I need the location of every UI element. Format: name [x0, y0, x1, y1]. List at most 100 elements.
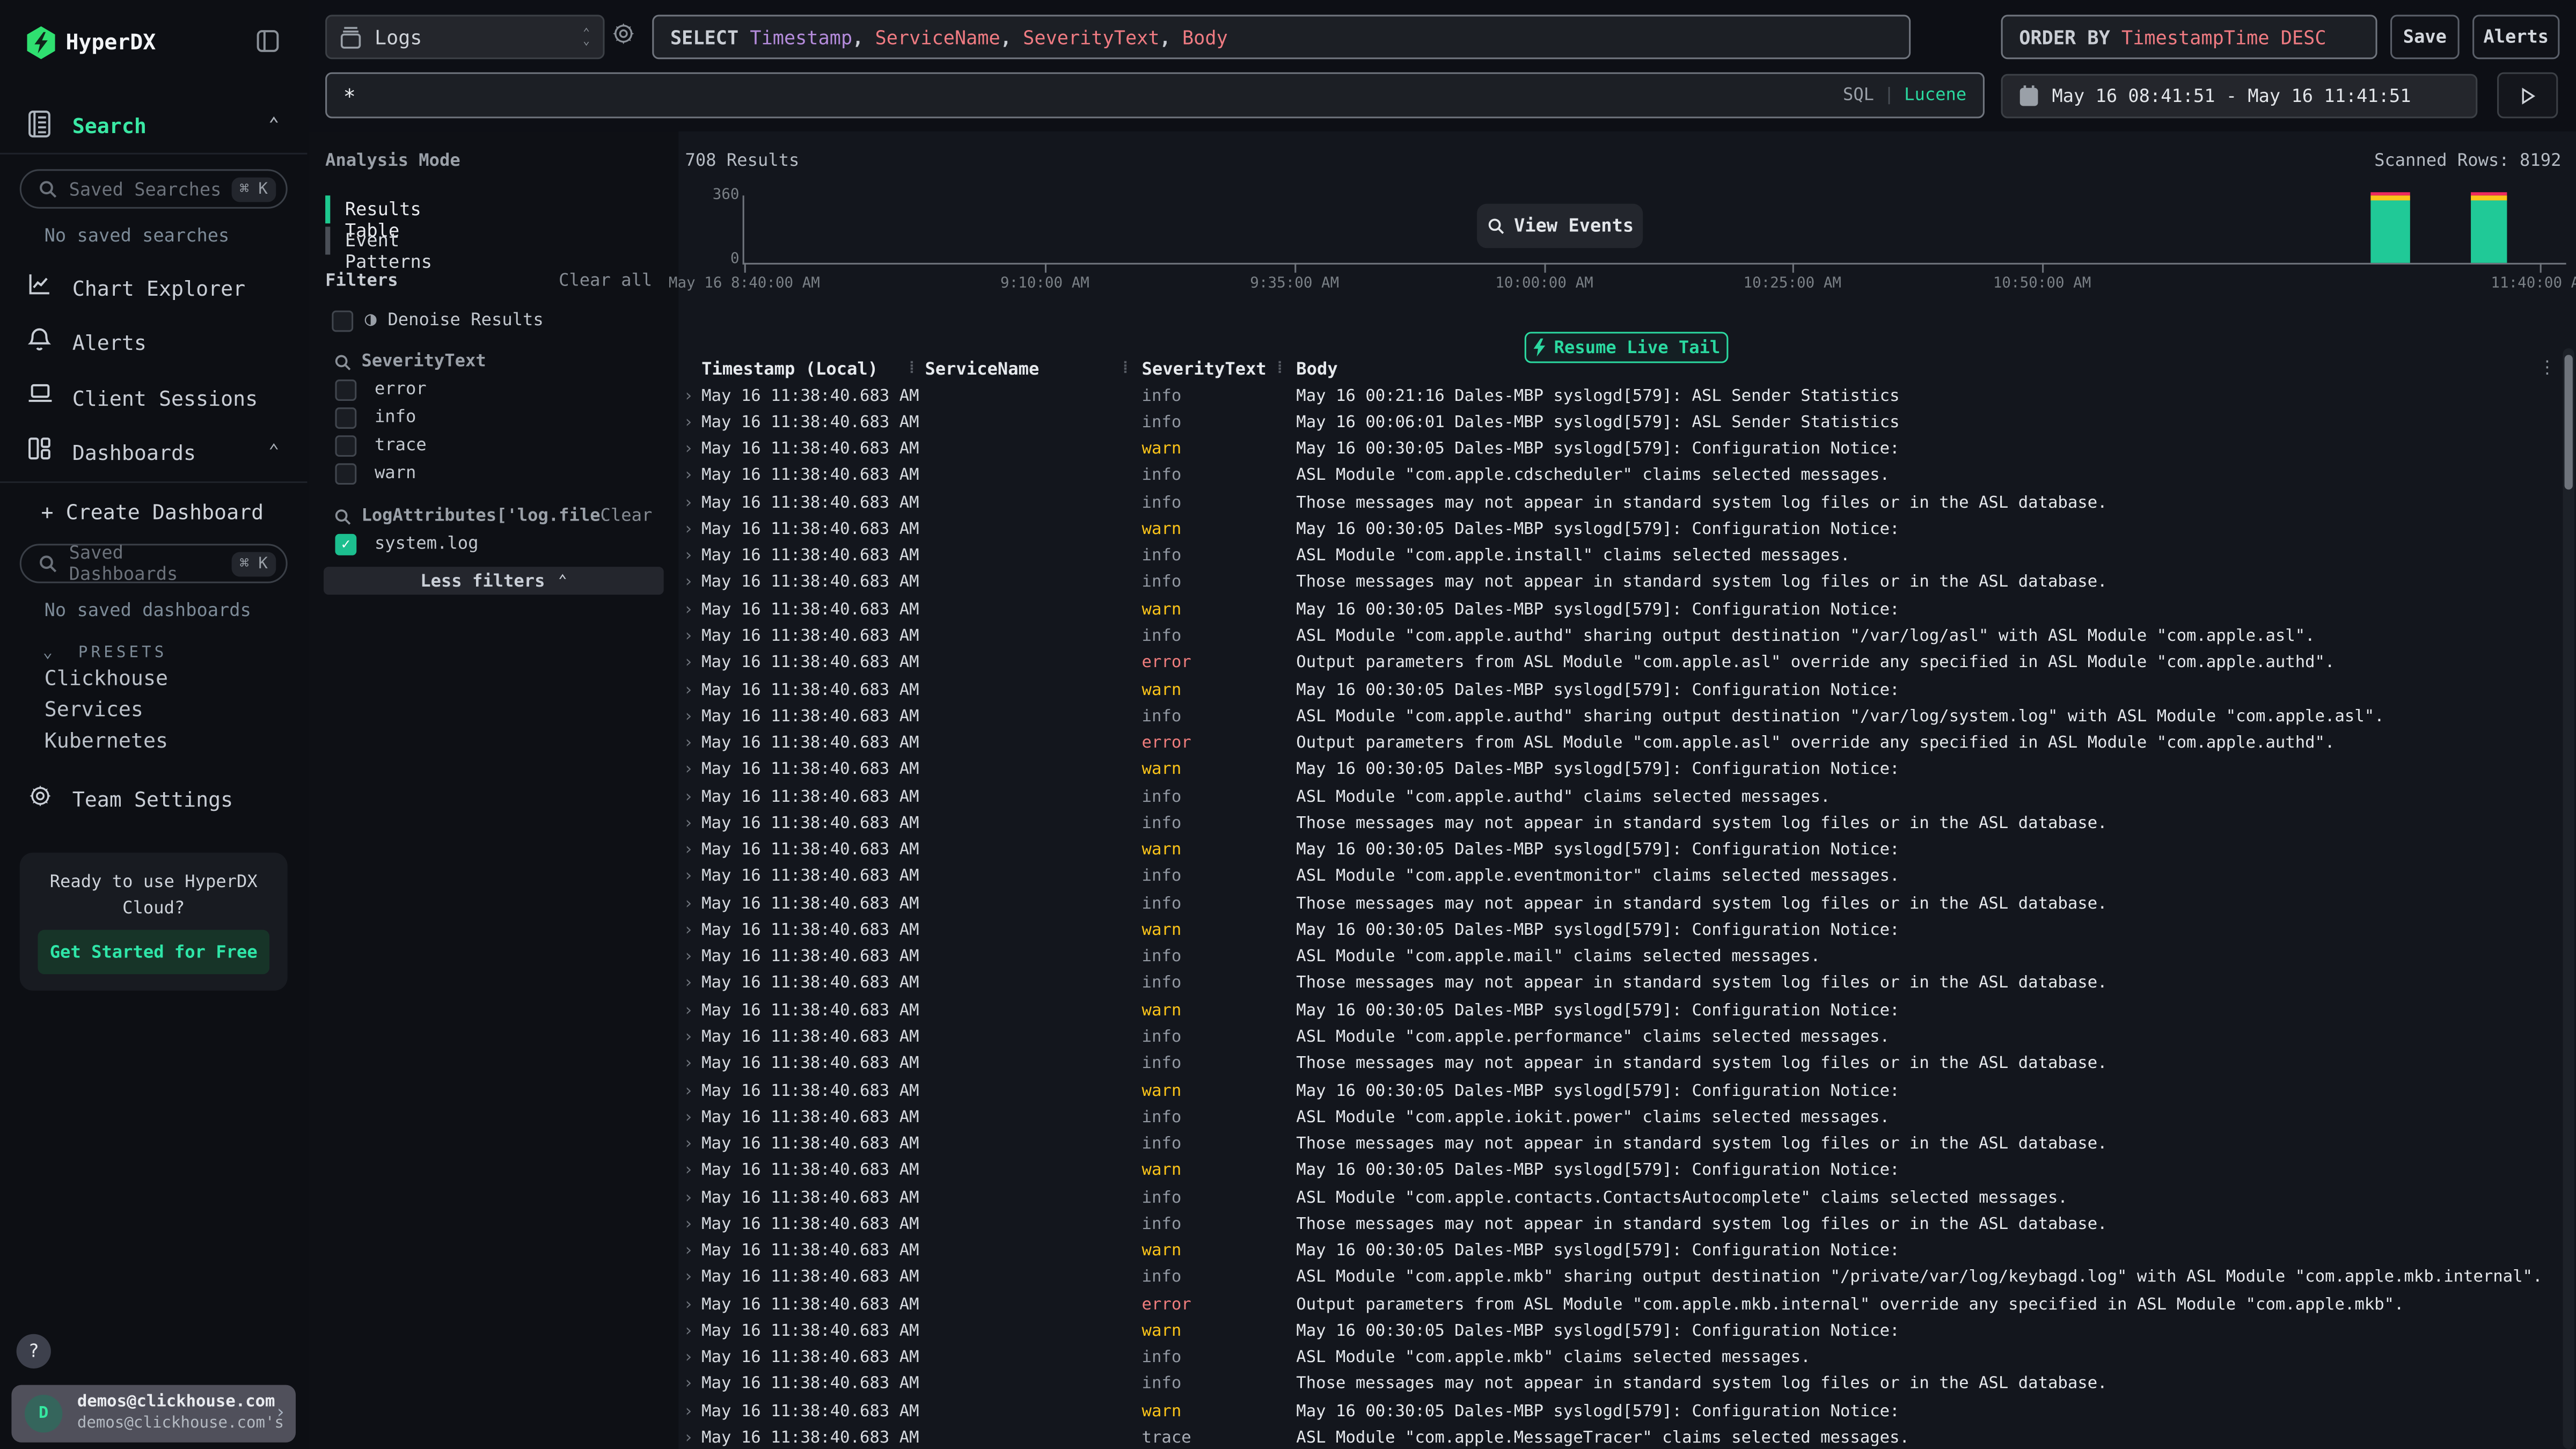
table-row[interactable]: ›May 16 11:38:40.683 AMinfoThose message… — [678, 489, 2564, 516]
histogram-bar[interactable] — [2370, 192, 2410, 263]
table-row[interactable]: ›May 16 11:38:40.683 AMerrorOutput param… — [678, 650, 2564, 677]
severity-checkbox-trace[interactable] — [335, 435, 356, 457]
row-expand-icon[interactable]: › — [678, 1296, 701, 1314]
severity-checkbox-info[interactable] — [335, 407, 356, 429]
severity-option-label[interactable]: info — [375, 407, 416, 427]
table-row[interactable]: ›May 16 11:38:40.683 AMwarnMay 16 00:30:… — [678, 1238, 2564, 1265]
table-row[interactable]: ›May 16 11:38:40.683 AMwarnMay 16 00:30:… — [678, 757, 2564, 784]
row-expand-icon[interactable]: › — [678, 948, 701, 967]
source-settings-gear-icon[interactable] — [611, 21, 636, 46]
table-row[interactable]: ›May 16 11:38:40.683 AMinfoASL Module "c… — [678, 1184, 2564, 1211]
row-expand-icon[interactable]: › — [678, 1162, 701, 1180]
table-row[interactable]: ›May 16 11:38:40.683 AMwarnMay 16 00:30:… — [678, 436, 2564, 463]
sidebar-item-alerts[interactable]: Alerts — [0, 324, 309, 363]
sidebar-item-client-sessions[interactable]: Client Sessions — [0, 379, 309, 419]
row-expand-icon[interactable]: › — [678, 1189, 701, 1207]
table-row[interactable]: ›May 16 11:38:40.683 AMinfoASL Module "c… — [678, 784, 2564, 810]
row-expand-icon[interactable]: › — [678, 1242, 701, 1261]
column-resize-handle[interactable]: ⁞ — [907, 360, 913, 379]
sidebar-item-search[interactable]: Search ⌃ — [0, 107, 309, 146]
table-row[interactable]: ›May 16 11:38:40.683 AMwarnMay 16 00:30:… — [678, 837, 2564, 864]
table-row[interactable]: ›May 16 11:38:40.683 AMinfoASL Module "c… — [678, 944, 2564, 971]
table-row[interactable]: ›May 16 11:38:40.683 AMwarnMay 16 00:30:… — [678, 1078, 2564, 1104]
table-row[interactable]: ›May 16 11:38:40.683 AMwarnMay 16 00:30:… — [678, 1158, 2564, 1184]
row-expand-icon[interactable]: › — [678, 521, 701, 539]
row-expand-icon[interactable]: › — [678, 1402, 701, 1421]
sql-mode-toggle[interactable]: SQL — [1843, 85, 1874, 105]
severity-option-label[interactable]: warn — [375, 463, 416, 483]
select-query-input[interactable]: SELECT Timestamp, ServiceName, SeverityT… — [652, 15, 1911, 60]
column-resize-handle[interactable]: ⁞ — [1121, 360, 1127, 379]
preset-item-clickhouse[interactable]: Clickhouse — [45, 665, 168, 690]
lucene-mode-toggle[interactable]: Lucene — [1904, 85, 1966, 105]
row-expand-icon[interactable]: › — [678, 1376, 701, 1394]
table-options-icon[interactable]: ⋮ — [2538, 356, 2557, 378]
row-expand-icon[interactable]: › — [678, 467, 701, 486]
saved-searches-input[interactable]: Saved Searches ⌘ K — [20, 169, 288, 208]
histogram-bar[interactable] — [2471, 192, 2507, 263]
table-row[interactable]: ›May 16 11:38:40.683 AMinfoASL Module "c… — [678, 1104, 2564, 1131]
table-row[interactable]: ›May 16 11:38:40.683 AMinfoThose message… — [678, 1372, 2564, 1399]
table-row[interactable]: ›May 16 11:38:40.683 AMwarnMay 16 00:30:… — [678, 677, 2564, 704]
table-row[interactable]: ›May 16 11:38:40.683 AMinfoThose message… — [678, 810, 2564, 837]
scrollbar-thumb[interactable] — [2565, 355, 2573, 489]
row-expand-icon[interactable]: › — [678, 1349, 701, 1367]
create-dashboard-button[interactable]: + Create Dashboard — [41, 500, 264, 524]
preset-item-kubernetes[interactable]: Kubernetes — [45, 728, 168, 752]
chevron-up-icon[interactable]: ⌃ — [268, 113, 279, 135]
row-expand-icon[interactable]: › — [678, 1109, 701, 1127]
table-row[interactable]: ›May 16 11:38:40.683 AMwarnMay 16 00:30:… — [678, 917, 2564, 944]
table-row[interactable]: ›May 16 11:38:40.683 AMerrorOutput param… — [678, 730, 2564, 757]
row-expand-icon[interactable]: › — [678, 441, 701, 459]
column-header-servicename[interactable]: ServiceName — [925, 360, 1039, 379]
table-row[interactable]: ›May 16 11:38:40.683 AMtraceASL Module "… — [678, 1425, 2564, 1449]
get-started-button[interactable]: Get Started for Free — [38, 930, 269, 975]
row-expand-icon[interactable]: › — [678, 975, 701, 993]
row-expand-icon[interactable]: › — [678, 921, 701, 940]
row-expand-icon[interactable]: › — [678, 1135, 701, 1153]
table-row[interactable]: ›May 16 11:38:40.683 AMinfoASL Module "c… — [678, 864, 2564, 891]
log-attributes-clear-button[interactable]: Clear — [601, 506, 653, 526]
row-expand-icon[interactable]: › — [678, 708, 701, 726]
table-row[interactable]: ›May 16 11:38:40.683 AMwarnMay 16 00:30:… — [678, 997, 2564, 1024]
row-expand-icon[interactable]: › — [678, 788, 701, 806]
table-row[interactable]: ›May 16 11:38:40.683 AMinfoThose message… — [678, 570, 2564, 597]
table-row[interactable]: ›May 16 11:38:40.683 AMwarnMay 16 00:30:… — [678, 1398, 2564, 1425]
table-row[interactable]: ›May 16 11:38:40.683 AMinfoASL Module "c… — [678, 1345, 2564, 1372]
row-expand-icon[interactable]: › — [678, 1216, 701, 1234]
sidebar-item-team-settings[interactable]: Team Settings — [0, 780, 309, 819]
alerts-button[interactable]: Alerts — [2472, 15, 2559, 60]
system-log-label[interactable]: system.log — [375, 534, 479, 554]
column-header-timestamp[interactable]: Timestamp (Local) — [701, 360, 878, 379]
row-expand-icon[interactable]: › — [678, 1322, 701, 1341]
denoise-checkbox[interactable] — [332, 311, 353, 332]
table-row[interactable]: ›May 16 11:38:40.683 AMinfoASL Module "c… — [678, 623, 2564, 650]
row-expand-icon[interactable]: › — [678, 815, 701, 833]
severity-checkbox-error[interactable] — [335, 379, 356, 401]
row-expand-icon[interactable]: › — [678, 735, 701, 753]
severity-checkbox-warn[interactable] — [335, 463, 356, 485]
presets-toggle[interactable]: ⌄ PRESETS — [43, 633, 167, 664]
search-query-input[interactable]: * SQL | Lucene — [325, 72, 1985, 119]
date-range-picker[interactable]: May 16 08:41:51 - May 16 11:41:51 — [2001, 74, 2478, 119]
table-row[interactable]: ›May 16 11:38:40.683 AMinfoASL Module "c… — [678, 704, 2564, 730]
table-row[interactable]: ›May 16 11:38:40.683 AMinfoASL Module "c… — [678, 463, 2564, 490]
severity-option-label[interactable]: trace — [375, 435, 427, 455]
row-expand-icon[interactable]: › — [678, 494, 701, 512]
row-expand-icon[interactable]: › — [678, 1028, 701, 1046]
row-expand-icon[interactable]: › — [678, 681, 701, 699]
row-expand-icon[interactable]: › — [678, 574, 701, 592]
user-menu[interactable]: D demos@clickhouse.com demos@clickhouse.… — [11, 1385, 296, 1443]
vertical-scrollbar[interactable] — [2563, 348, 2574, 1449]
column-header-severitytext[interactable]: SeverityText — [1142, 360, 1267, 379]
table-row[interactable]: ›May 16 11:38:40.683 AMinfoThose message… — [678, 890, 2564, 917]
sidebar-collapse-icon[interactable] — [257, 30, 280, 53]
table-row[interactable]: ›May 16 11:38:40.683 AMinfoThose message… — [678, 1051, 2564, 1078]
view-events-button[interactable]: View Events — [1477, 204, 1643, 248]
table-row[interactable]: ›May 16 11:38:40.683 AMinfoThose message… — [678, 971, 2564, 998]
preset-item-services[interactable]: Services — [45, 697, 143, 721]
search-icon[interactable] — [333, 508, 352, 526]
saved-dashboards-input[interactable]: Saved Dashboards ⌘ K — [20, 544, 288, 583]
resume-live-tail-button[interactable]: Resume Live Tail — [1525, 332, 1729, 363]
table-row[interactable]: ›May 16 11:38:40.683 AMinfoThose message… — [678, 1211, 2564, 1238]
